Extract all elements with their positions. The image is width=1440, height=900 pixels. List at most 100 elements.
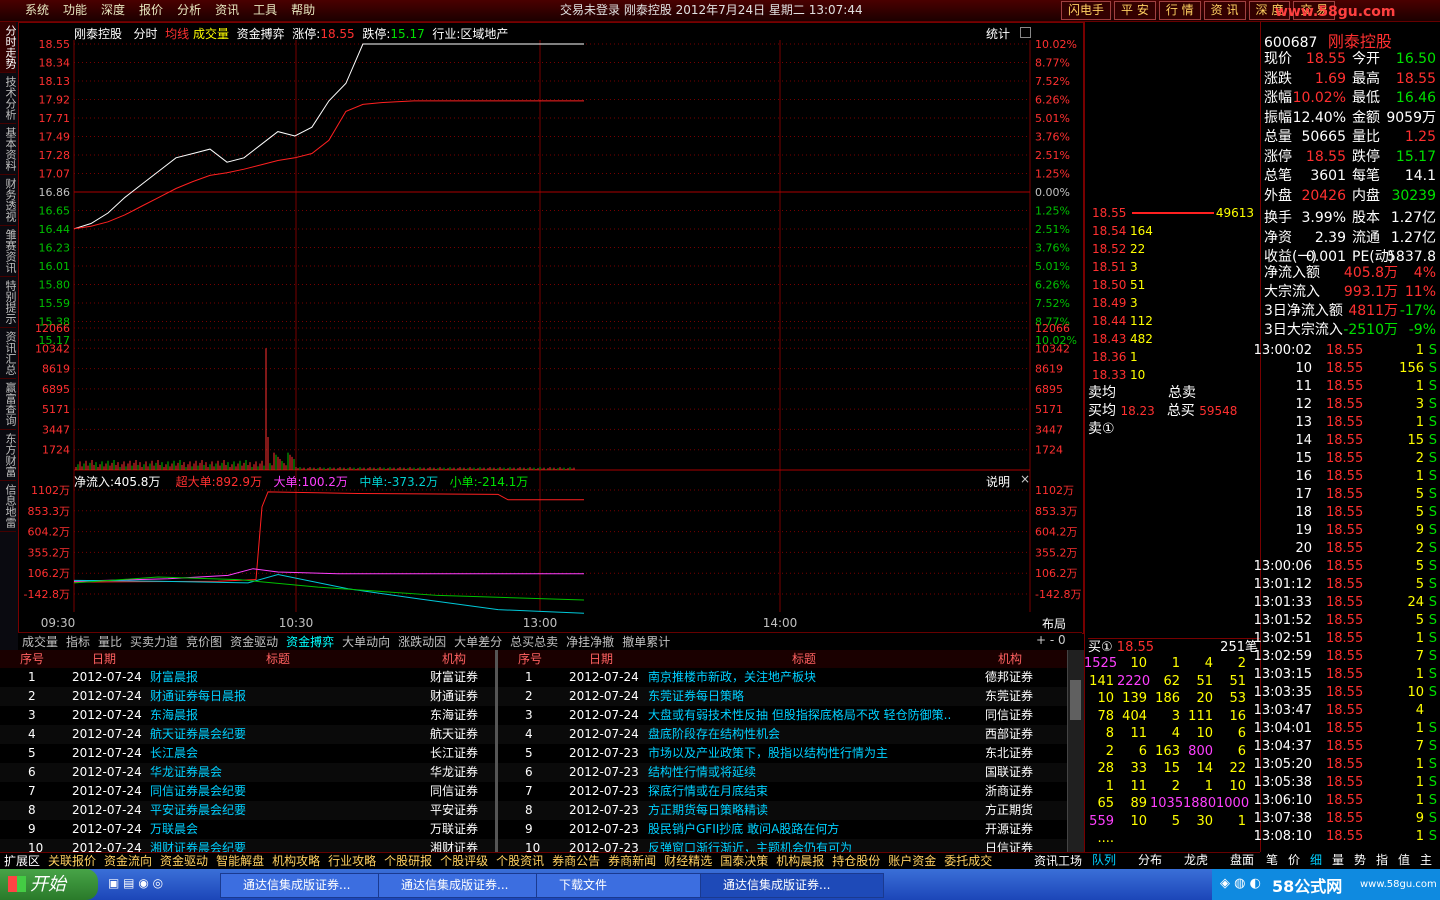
- indicator-tab-6[interactable]: 资金搏弈: [282, 633, 338, 651]
- grid-cell[interactable]: 大盘或有弱技术性反抽 但股指探底格局不改 轻仓防御策..: [648, 706, 968, 725]
- quicklaunch-icon-1[interactable]: ▣: [108, 876, 119, 890]
- far-right-tab-1[interactable]: 价: [1288, 852, 1300, 869]
- side-tab-0[interactable]: 分时走势: [0, 22, 17, 73]
- menu-item-0[interactable]: 系统: [18, 0, 56, 21]
- menu-item-2[interactable]: 深度: [94, 0, 132, 21]
- menu-item-4[interactable]: 分析: [170, 0, 208, 21]
- quicklaunch-icon-4[interactable]: ◎: [153, 876, 163, 890]
- side-tab-2[interactable]: 基本资料: [0, 124, 17, 175]
- bottom-link-12[interactable]: 财经精选: [660, 853, 716, 870]
- grid-header-right-2[interactable]: 标题: [792, 650, 816, 668]
- grid-cell[interactable]: 南京推楼市新政，关注地产板块: [648, 668, 968, 687]
- bottom-link-9[interactable]: 个股资讯: [492, 853, 548, 870]
- indicator-tab-2[interactable]: 量比: [94, 633, 126, 651]
- quicklaunch-icon-3[interactable]: ◉: [138, 876, 148, 890]
- menu-item-5[interactable]: 资讯: [208, 0, 246, 21]
- bottom-link-4[interactable]: 智能解盘: [212, 853, 268, 870]
- explain-button[interactable]: 说明: [986, 473, 1010, 490]
- grid-header-right-0[interactable]: 序号: [518, 650, 542, 668]
- right-tab-2[interactable]: 龙虎: [1184, 852, 1208, 869]
- far-right-tab-7[interactable]: 主: [1420, 852, 1432, 869]
- grid-cell[interactable]: 东海晨报: [150, 706, 410, 725]
- far-right-tab-4[interactable]: 势: [1354, 852, 1366, 869]
- grid-cell[interactable]: 华龙证券晨会: [150, 763, 410, 782]
- table-row[interactable]: 9 2012-07-24 万联晨会 万联证券 9 2012-07-23 股民销户GFII抄底…: [0, 820, 1067, 839]
- scroll-thumb[interactable]: [1070, 680, 1081, 720]
- grid-cell[interactable]: 反弹窗口渐行渐近，主题机会仍有可为: [648, 839, 968, 852]
- table-row[interactable]: 4 2012-07-24 航天证券晨会纪要 航天证券 4 2012-07-24 盘底阶段存在…: [0, 725, 1067, 744]
- indicator-tab-11[interactable]: 净挂净撤: [562, 633, 618, 651]
- bottom-link-3[interactable]: 资金驱动: [156, 853, 212, 870]
- indicator-tab-5[interactable]: 资金驱动: [226, 633, 282, 651]
- indicator-tab-12[interactable]: 撤单累计: [618, 633, 674, 651]
- close-icon[interactable]: ×: [1020, 472, 1030, 486]
- grid-scrollbar[interactable]: [1067, 650, 1084, 852]
- table-row[interactable]: 2 2012-07-24 财通证券每日晨报 财通证券 2 2012-07-24 东莞证券每日…: [0, 687, 1067, 706]
- bottom-link-2[interactable]: 资金流向: [100, 853, 156, 870]
- grid-cell[interactable]: 财通证券每日晨报: [150, 687, 410, 706]
- grid-header-right-3[interactable]: 机构: [998, 650, 1022, 668]
- bottom-link-0[interactable]: 扩展区: [0, 853, 44, 870]
- indicator-tab-4[interactable]: 竞价图: [182, 633, 226, 651]
- side-tab-4[interactable]: 雏赛资讯: [0, 226, 17, 277]
- bottom-link-13[interactable]: 国泰决策: [716, 853, 772, 870]
- far-right-tab-0[interactable]: 笔: [1266, 852, 1278, 869]
- table-row[interactable]: 10 2012-07-24 湘财证券晨会纪要 湘财证券 10 2012-07-23 反弹窗口…: [0, 839, 1067, 852]
- top-button-2[interactable]: 行 情: [1158, 1, 1201, 20]
- side-tab-1[interactable]: 技术分析: [0, 73, 17, 124]
- bottom-link-1[interactable]: 关联报价: [44, 853, 100, 870]
- menu-item-1[interactable]: 功能: [56, 0, 94, 21]
- indicator-tab-8[interactable]: 涨跌动因: [394, 633, 450, 651]
- right-tab-0[interactable]: 队列: [1092, 852, 1116, 869]
- table-row[interactable]: 3 2012-07-24 东海晨报 东海证券 3 2012-07-24 大盘或有弱技术性反抽…: [0, 706, 1067, 725]
- top-button-0[interactable]: 闪电手: [1061, 1, 1112, 20]
- bottom-link-7[interactable]: 个股研报: [380, 853, 436, 870]
- grid-cell[interactable]: 结构性行情或将延续: [648, 763, 968, 782]
- table-row[interactable]: 1 2012-07-24 财富晨报 财富证券 1 2012-07-24 南京推楼市新政，关注…: [0, 668, 1067, 687]
- right-tab-1[interactable]: 分布: [1138, 852, 1162, 869]
- table-row[interactable]: 7 2012-07-24 同信证券晨会纪要 同信证券 7 2012-07-23 探底行情或在…: [0, 782, 1067, 801]
- tray-icons[interactable]: ◈ ◍ ◐: [1220, 876, 1261, 891]
- grid-cell[interactable]: 盘底阶段存在结构性机会: [648, 725, 968, 744]
- top-button-1[interactable]: 平 安: [1114, 1, 1156, 20]
- grid-header-left-2[interactable]: 标题: [266, 650, 290, 668]
- far-right-tab-5[interactable]: 指: [1376, 852, 1388, 869]
- grid-cell[interactable]: 航天证券晨会纪要: [150, 725, 410, 744]
- grid-cell[interactable]: 财富晨报: [150, 668, 410, 687]
- table-row[interactable]: 5 2012-07-24 长江晨会 长江证券 5 2012-07-23 市场以及产业政策下，…: [0, 744, 1067, 763]
- table-row[interactable]: 8 2012-07-24 平安证券晨会纪要 平安证券 8 2012-07-23 方正期货每日…: [0, 801, 1067, 820]
- bottom-link-10[interactable]: 券商公告: [548, 853, 604, 870]
- indicator-tab-3[interactable]: 买卖力道: [126, 633, 182, 651]
- side-tab-6[interactable]: 资讯汇总: [0, 328, 17, 379]
- grid-cell[interactable]: 长江晨会: [150, 744, 410, 763]
- bottom-link-18[interactable]: 资讯工场: [1030, 853, 1086, 870]
- table-row[interactable]: 6 2012-07-24 华龙证券晨会 华龙证券 6 2012-07-23 结构性行情或将延…: [0, 763, 1067, 782]
- bottom-link-8[interactable]: 个股评级: [436, 853, 492, 870]
- menu-item-6[interactable]: 工具: [246, 0, 284, 21]
- bottom-link-16[interactable]: 账户资金: [884, 853, 940, 870]
- bottom-link-5[interactable]: 机构攻略: [268, 853, 324, 870]
- menu-item-7[interactable]: 帮助: [284, 0, 322, 21]
- grid-cell[interactable]: 同信证券晨会纪要: [150, 782, 410, 801]
- right-tab-3[interactable]: 盘面: [1230, 852, 1254, 869]
- bottom-link-17[interactable]: 委托成交: [940, 853, 996, 870]
- bottom-link-11[interactable]: 券商新闻: [604, 853, 660, 870]
- grid-header-right-1[interactable]: 日期: [589, 650, 613, 668]
- task-button-3[interactable]: 通达信集成版证券...: [700, 873, 884, 898]
- grid-cell[interactable]: 方正期货每日策略精读: [648, 801, 968, 820]
- grid-cell[interactable]: 东莞证券每日策略: [648, 687, 968, 706]
- grid-cell[interactable]: 湘财证券晨会纪要: [150, 839, 410, 852]
- grid-header-left-1[interactable]: 日期: [92, 650, 116, 668]
- indicator-tab-9[interactable]: 大单差分: [450, 633, 506, 651]
- menu-item-3[interactable]: 报价: [132, 0, 170, 21]
- grid-header-left-0[interactable]: 序号: [20, 650, 44, 668]
- grid-cell[interactable]: 市场以及产业政策下，股指以结构性行情为主: [648, 744, 968, 763]
- grid-header-left-3[interactable]: 机构: [442, 650, 466, 668]
- indicator-tab-0[interactable]: 成交量: [18, 633, 62, 651]
- layout-button[interactable]: 布局: [1042, 615, 1066, 632]
- grid-cell[interactable]: 万联晨会: [150, 820, 410, 839]
- indicator-tab-10[interactable]: 总买总卖: [506, 633, 562, 651]
- far-right-tab-2[interactable]: 细: [1310, 852, 1322, 869]
- far-right-tab-3[interactable]: 量: [1332, 852, 1344, 869]
- bottom-link-14[interactable]: 机构晨报: [772, 853, 828, 870]
